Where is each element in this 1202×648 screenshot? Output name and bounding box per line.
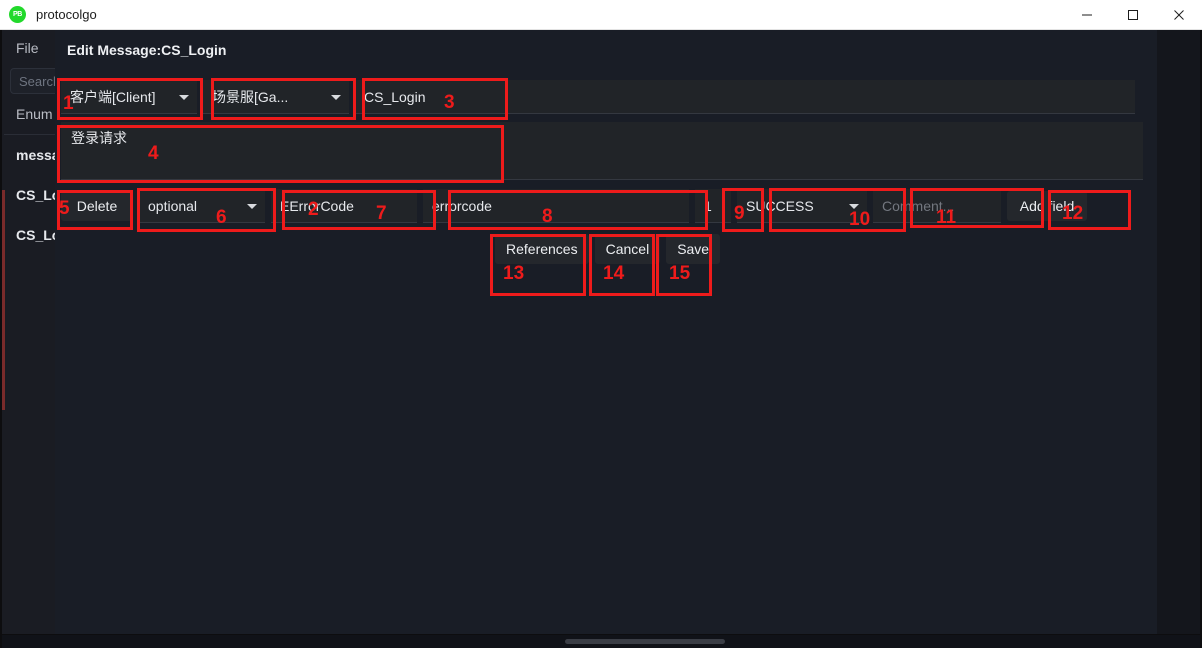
app-window: File Search... Enum message CS_Lo... CS_… <box>0 30 1202 648</box>
field-name-value: errorcode <box>432 197 492 214</box>
field-editor-row: Delete optional EErrorCode errorcode 1 S… <box>61 187 1143 225</box>
window-title-bar: PB protocolgo <box>0 0 1202 30</box>
menu-item-file-label: File <box>16 40 39 56</box>
save-button[interactable]: Save <box>666 234 721 264</box>
dialog-header-row: 客户端[Client] 场景服[Ga... CS_Login <box>61 80 1143 114</box>
message-name-input[interactable]: CS_Login <box>355 80 1135 114</box>
chevron-down-icon <box>331 94 341 100</box>
sidebar-scrollbar[interactable] <box>2 190 5 410</box>
references-button[interactable]: References <box>495 234 589 264</box>
field-label-select[interactable]: optional <box>139 189 265 223</box>
app-title: protocolgo <box>36 7 97 22</box>
chevron-down-icon <box>247 203 257 209</box>
dialog-title: Edit Message:CS_Login <box>67 42 227 58</box>
message-description-value: 登录请求 <box>71 130 127 146</box>
field-type-input[interactable]: EErrorCode <box>271 189 417 223</box>
field-comment-placeholder: Comment... <box>882 197 955 214</box>
field-index-input[interactable]: 1 <box>695 189 731 223</box>
sidebar-section-enum-label: Enum <box>16 106 53 122</box>
field-default-select-value: SUCCESS <box>746 197 814 214</box>
app-icon: PB <box>9 6 26 23</box>
message-description-textarea[interactable]: 登录请求 <box>61 122 1143 180</box>
message-name-value: CS_Login <box>364 88 426 105</box>
app-body: File Search... Enum message CS_Lo... CS_… <box>2 30 1200 634</box>
screen: PB protocolgo File Search... Enum messag… <box>0 0 1202 648</box>
dialog-actions-row: References Cancel Save <box>495 234 721 264</box>
cancel-button[interactable]: Cancel <box>594 234 661 264</box>
chevron-down-icon <box>849 203 859 209</box>
server-select[interactable]: 场景服[Ga... <box>203 80 349 114</box>
app-icon-label: PB <box>12 11 23 18</box>
add-field-button[interactable]: Add field <box>1007 191 1087 221</box>
minimize-button[interactable] <box>1064 0 1110 30</box>
horizontal-scrollbar[interactable] <box>2 635 1200 648</box>
maximize-button[interactable] <box>1110 0 1156 30</box>
chevron-down-icon <box>179 94 189 100</box>
close-button[interactable] <box>1156 0 1202 30</box>
field-comment-input[interactable]: Comment... <box>873 189 1001 223</box>
delete-field-button[interactable]: Delete <box>61 191 133 221</box>
field-index-value: 1 <box>704 197 712 214</box>
field-label-select-value: optional <box>148 197 198 214</box>
client-select-value: 客户端[Client] <box>70 88 156 105</box>
field-name-input[interactable]: errorcode <box>423 189 689 223</box>
window-controls <box>1064 0 1202 30</box>
field-default-select[interactable]: SUCCESS <box>737 189 867 223</box>
field-type-value: EErrorCode <box>280 197 354 214</box>
server-select-value: 场景服[Ga... <box>212 88 289 105</box>
edit-message-dialog: Edit Message:CS_Login 客户端[Client] 场景服[Ga… <box>55 30 1157 634</box>
horizontal-scrollbar-thumb[interactable] <box>565 639 726 644</box>
client-select[interactable]: 客户端[Client] <box>61 80 197 114</box>
